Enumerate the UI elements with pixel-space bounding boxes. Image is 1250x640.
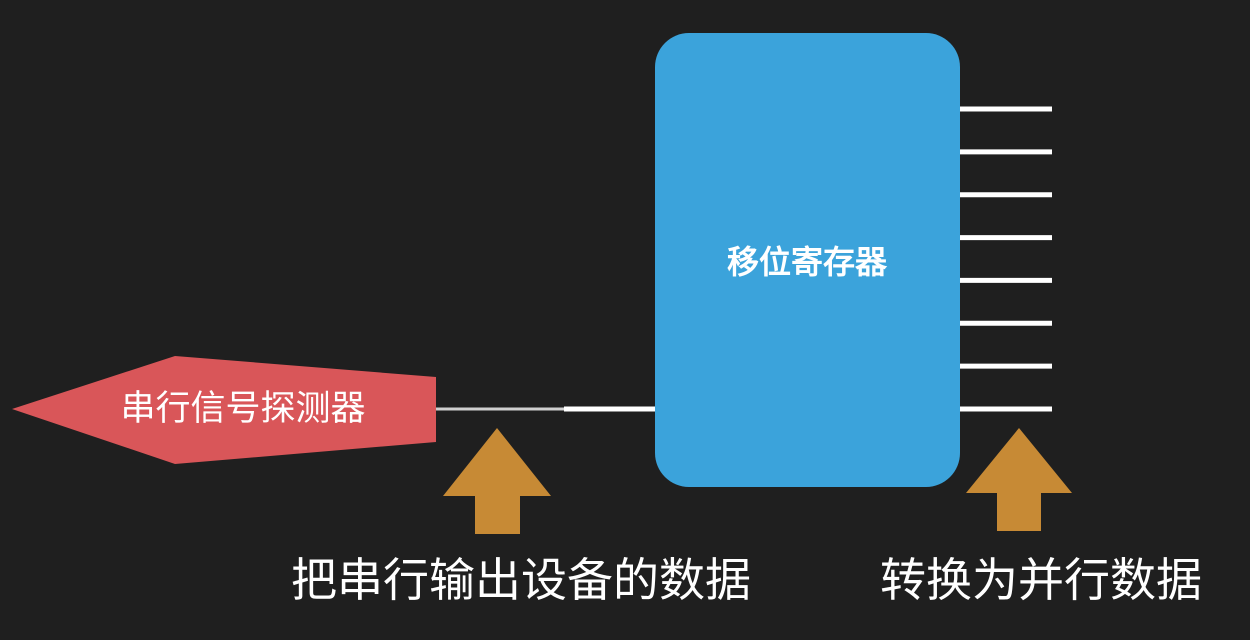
- parallel-output-lines: [955, 106, 1052, 412]
- shift-register-label: 移位寄存器: [727, 243, 888, 281]
- diagram-canvas: 移位寄存器 串行信号探测器 把串行输出设备的数据 转换为并行数据: [0, 0, 1250, 640]
- shift-register-diagram: 移位寄存器 串行信号探测器 把串行输出设备的数据 转换为并行数据: [12, 33, 1202, 607]
- serial-signal-detector-label: 串行信号探测器: [120, 389, 365, 429]
- right-up-arrow: [966, 428, 1072, 531]
- right-caption: 转换为并行数据: [880, 553, 1202, 607]
- left-up-arrow: [443, 428, 551, 534]
- left-caption: 把串行输出设备的数据: [291, 553, 751, 607]
